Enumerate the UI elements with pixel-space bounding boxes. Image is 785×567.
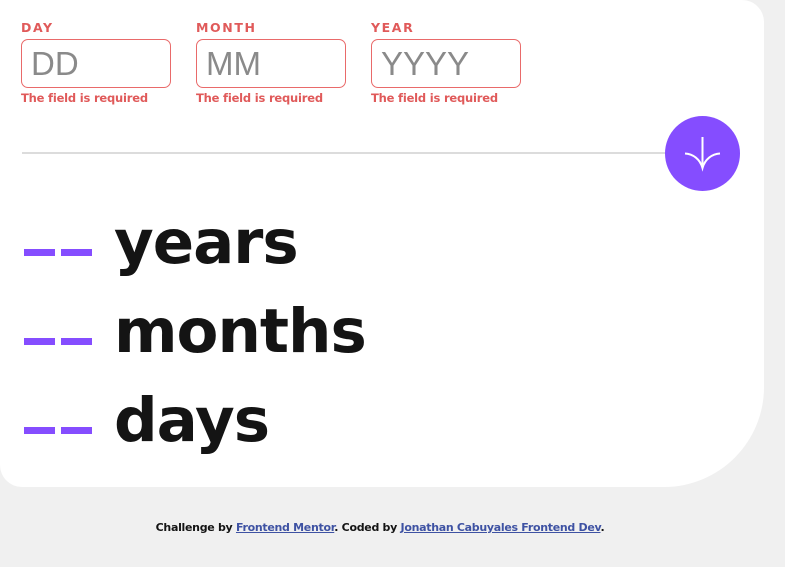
divider [22, 152, 682, 154]
attribution: Challenge by Frontend Mentor. Coded by J… [0, 521, 760, 534]
attribution-suffix: . [600, 521, 605, 534]
day-label: DAY [21, 20, 54, 35]
year-error: The field is required [371, 91, 498, 105]
months-value [22, 296, 110, 368]
year-field: YEAR The field is required [371, 21, 521, 105]
year-label: YEAR [371, 20, 415, 35]
days-value [22, 385, 110, 457]
age-calculator-card: DAY The field is required MONTH The fiel… [0, 0, 764, 487]
arrow-down-icon [684, 137, 721, 172]
month-label: MONTH [196, 20, 257, 35]
result-years: years [22, 198, 299, 288]
year-input[interactable] [371, 39, 521, 88]
years-value [22, 207, 110, 279]
day-field: DAY The field is required [21, 21, 171, 105]
attribution-middle: . Coded by [334, 521, 401, 534]
author-link[interactable]: Jonathan Cabuyales Frontend Dev [401, 521, 601, 534]
days-label: days [114, 385, 270, 456]
month-field: MONTH The field is required [196, 21, 346, 105]
frontend-mentor-link[interactable]: Frontend Mentor [236, 521, 335, 534]
attribution-prefix: Challenge by [155, 521, 236, 534]
result-days: days [22, 376, 270, 466]
month-input[interactable] [196, 39, 346, 88]
day-input[interactable] [21, 39, 171, 88]
day-error: The field is required [21, 91, 148, 105]
years-label: years [114, 207, 299, 278]
month-error: The field is required [196, 91, 323, 105]
result-months: months [22, 287, 367, 377]
months-label: months [114, 296, 367, 367]
submit-button[interactable] [665, 116, 740, 191]
